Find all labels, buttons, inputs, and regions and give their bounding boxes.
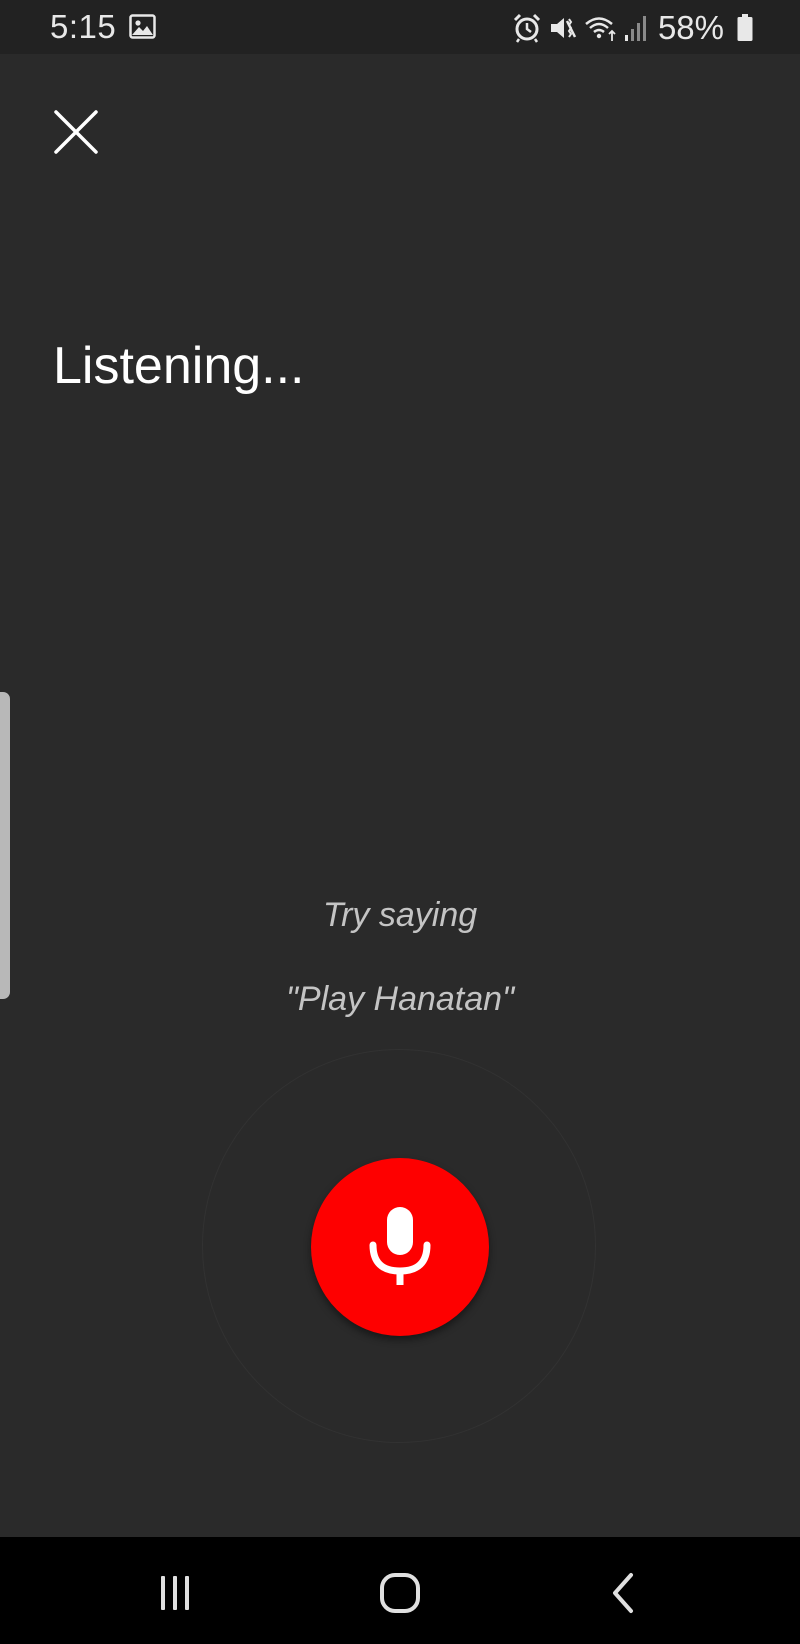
hint-example: "Play Hanatan" bbox=[285, 980, 515, 1018]
vibrate-mute-icon bbox=[550, 18, 577, 38]
back-icon bbox=[613, 1573, 633, 1613]
battery-icon bbox=[737, 14, 753, 41]
back-button[interactable] bbox=[587, 1557, 659, 1629]
close-icon bbox=[54, 110, 98, 154]
microphone-icon bbox=[369, 1207, 431, 1285]
close-button[interactable] bbox=[48, 104, 104, 160]
battery-percent: 58% bbox=[657, 9, 724, 46]
recents-button[interactable] bbox=[139, 1557, 211, 1629]
hint-label: Try saying bbox=[322, 896, 478, 934]
edge-panel-handle[interactable] bbox=[0, 692, 10, 999]
microphone-button[interactable] bbox=[311, 1158, 489, 1336]
wifi-icon bbox=[585, 17, 616, 41]
listening-title: Listening... bbox=[53, 337, 305, 395]
signal-icon bbox=[624, 16, 646, 41]
status-time: 5:15 bbox=[50, 8, 117, 45]
home-icon bbox=[380, 1573, 420, 1613]
home-button[interactable] bbox=[364, 1557, 436, 1629]
gallery-icon bbox=[129, 14, 156, 39]
voice-search-screen: 5:15 58% Listening... Try saying "Play H… bbox=[0, 0, 800, 1644]
recents-icon bbox=[161, 1576, 189, 1610]
navigation-bar bbox=[0, 1537, 800, 1644]
status-icons: 58% bbox=[512, 9, 754, 46]
alarm-icon bbox=[513, 13, 540, 43]
status-bar: 5:15 58% bbox=[0, 0, 800, 54]
